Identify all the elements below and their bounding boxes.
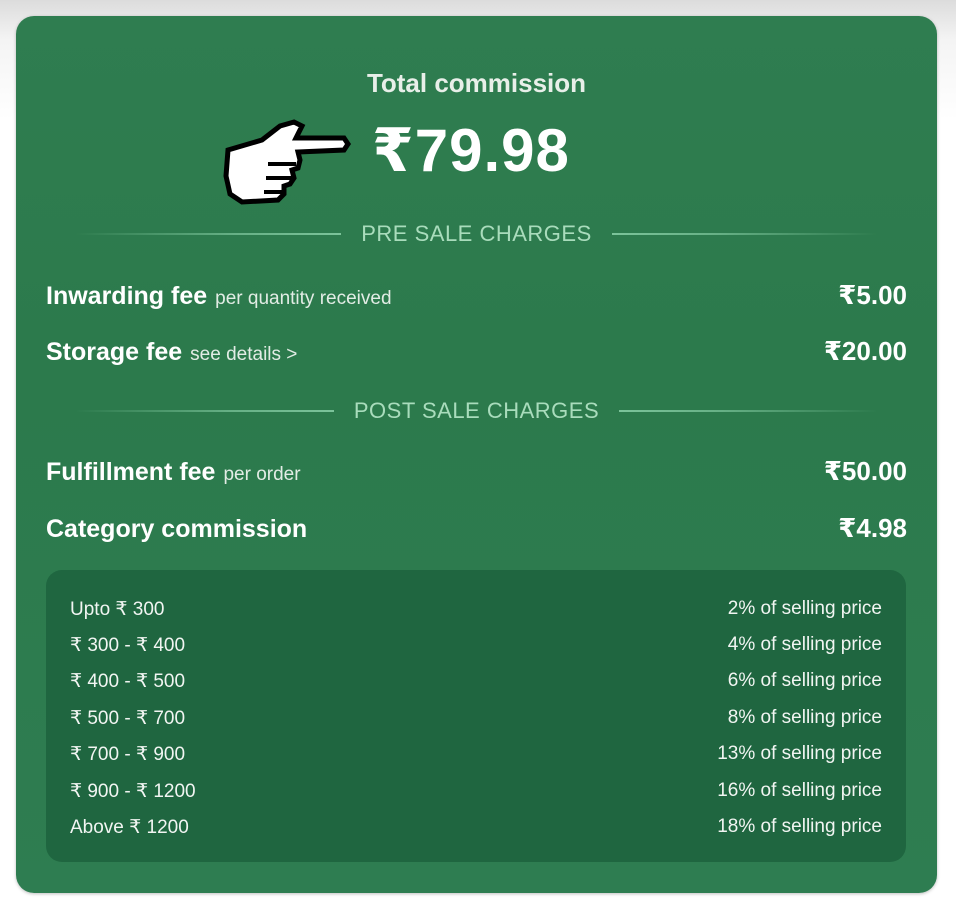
fee-value: ₹5.00 — [838, 280, 907, 310]
fee-value: ₹50.00 — [823, 456, 907, 486]
slab-row: ₹ 300 - ₹ 400 4% of selling price — [70, 634, 882, 657]
divider-line — [76, 233, 342, 235]
slab-row: ₹ 700 - ₹ 900 13% of selling price — [70, 743, 882, 766]
slab-rate: 8% of selling price — [727, 707, 882, 728]
fee-name: Inwarding fee — [46, 282, 208, 310]
fee-name: Storage fee — [46, 338, 183, 366]
slab-range: Above ₹ 1200 — [70, 817, 189, 838]
slab-range: ₹ 700 - ₹ 900 — [70, 744, 186, 765]
slab-row: Upto ₹ 300 2% of selling price — [70, 598, 882, 621]
slab-row: ₹ 500 - ₹ 700 8% of selling price — [70, 707, 882, 730]
fee-label: Inwarding fee per quantity received — [46, 282, 392, 311]
divider-line — [611, 233, 878, 235]
fee-value: ₹4.98 — [838, 513, 907, 543]
slab-range: ₹ 400 - ₹ 500 — [70, 671, 186, 692]
divider-line — [76, 410, 334, 412]
fee-name: Fulfillment fee — [46, 458, 216, 486]
inwarding-fee-row: Inwarding fee per quantity received ₹5.00 — [46, 280, 907, 311]
slab-row: ₹ 900 - ₹ 1200 16% of selling price — [70, 780, 882, 803]
fee-label: Fulfillment fee per order — [46, 458, 301, 487]
commission-slab-table: Upto ₹ 300 2% of selling price ₹ 300 - ₹… — [46, 570, 906, 862]
slab-range: ₹ 300 - ₹ 400 — [70, 635, 186, 656]
pre-sale-heading: PRE SALE CHARGES — [361, 221, 592, 246]
slab-rate: 4% of selling price — [727, 634, 882, 655]
commission-card: Total commission ₹79.98 PRE SALE CHARGES… — [16, 16, 937, 893]
storage-fee-row: Storage fee see details > ₹20.00 — [46, 336, 907, 367]
see-details-link[interactable]: see details > — [190, 344, 297, 365]
fee-label: Category commission — [46, 515, 307, 544]
slab-rate: 13% of selling price — [717, 743, 882, 764]
slab-range: ₹ 500 - ₹ 700 — [70, 708, 186, 729]
fee-value: ₹20.00 — [823, 336, 907, 366]
slab-row: Above ₹ 1200 18% of selling price — [70, 816, 882, 839]
total-commission-title: Total commission — [366, 68, 587, 98]
post-sale-divider: POST SALE CHARGES — [76, 398, 877, 423]
post-sale-heading: POST SALE CHARGES — [353, 398, 600, 423]
fee-name: Category commission — [46, 515, 308, 543]
pointing-hand-icon — [223, 119, 352, 205]
fee-label: Storage fee see details > — [46, 338, 297, 367]
slab-rate: 16% of selling price — [717, 780, 882, 801]
fulfillment-fee-row: Fulfillment fee per order ₹50.00 — [46, 456, 907, 487]
divider-line — [619, 410, 877, 412]
slab-rate: 2% of selling price — [727, 598, 882, 619]
pre-sale-divider: PRE SALE CHARGES — [76, 221, 878, 246]
total-commission-amount: ₹79.98 — [372, 117, 570, 184]
slab-range: ₹ 900 - ₹ 1200 — [70, 781, 196, 802]
slab-rate: 6% of selling price — [727, 670, 882, 691]
slab-range: Upto ₹ 300 — [70, 599, 165, 620]
slab-rate: 18% of selling price — [717, 816, 882, 837]
fee-note: per quantity received — [215, 288, 392, 309]
fee-note: per order — [223, 464, 301, 485]
category-commission-row: Category commission ₹4.98 — [46, 513, 907, 544]
slab-row: ₹ 400 - ₹ 500 6% of selling price — [70, 670, 882, 693]
